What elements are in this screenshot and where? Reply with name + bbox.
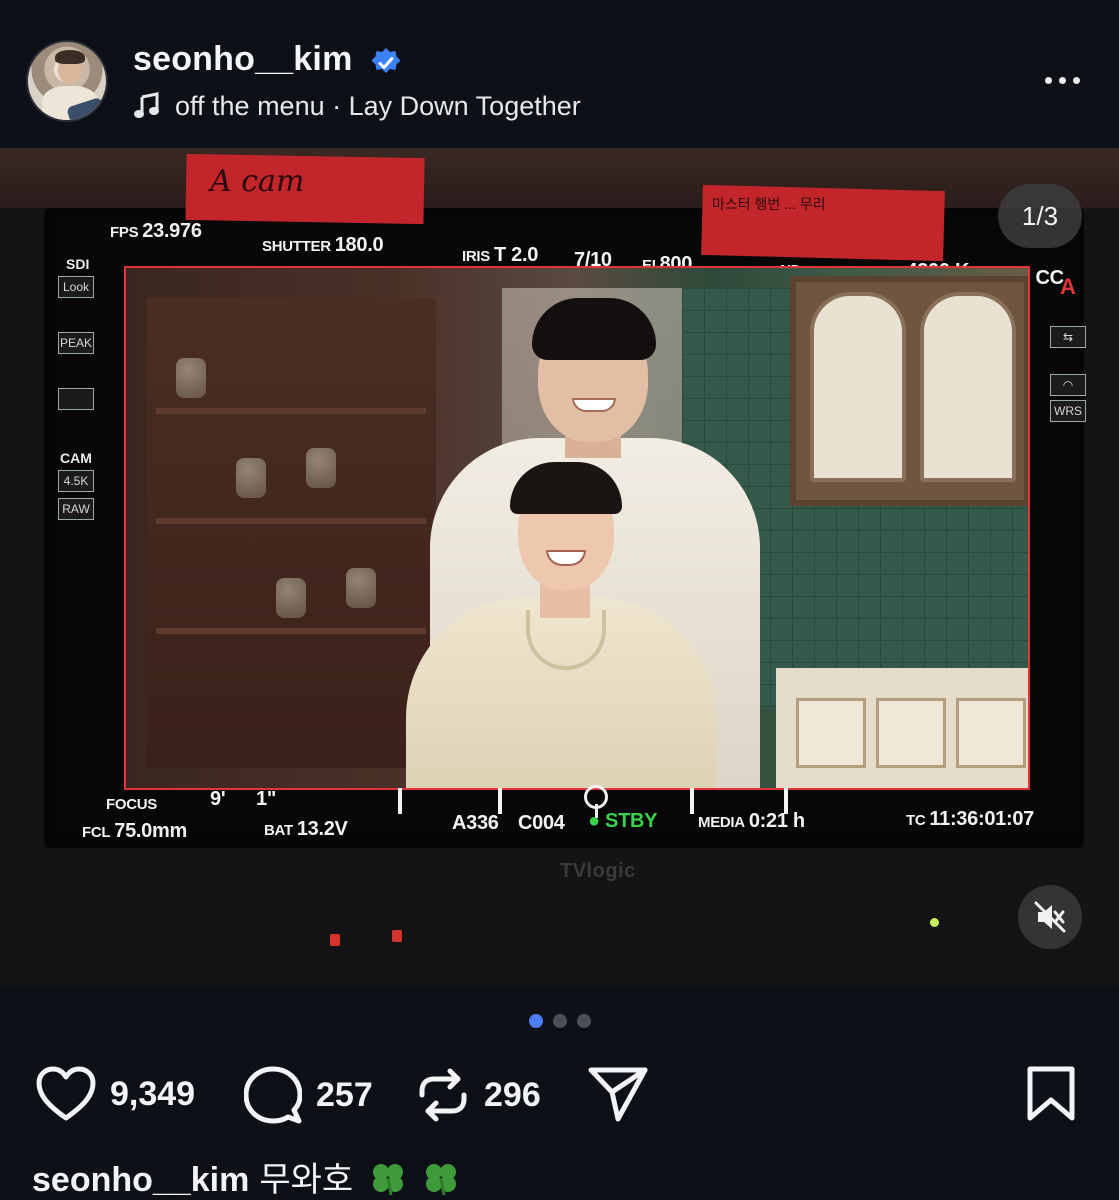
mute-button[interactable] <box>1018 885 1082 949</box>
tape-label-text: A cam <box>210 164 305 199</box>
osd-look: Look <box>58 276 94 298</box>
clover-icon <box>426 1164 457 1196</box>
frame-guide <box>124 266 1030 790</box>
carousel-dot[interactable] <box>552 1014 567 1028</box>
osd-status: ● STBY <box>588 810 658 832</box>
cabinet <box>146 298 436 768</box>
indicator-light <box>392 930 402 942</box>
comment-count: 257 <box>316 1075 373 1114</box>
repost-icon <box>419 1068 467 1122</box>
music-track-label: off the menu · Lay Down Together <box>175 90 581 121</box>
focus-marker-icon <box>584 785 608 818</box>
action-bar: 9,349 257 296 <box>0 1060 1119 1130</box>
osd-focus-label: FOCUS <box>106 796 158 813</box>
osd-peak: PEAK <box>58 332 94 354</box>
wifi-icon: ◠ <box>1050 374 1086 396</box>
kitchen-counter <box>776 668 1028 788</box>
upper-cabinet <box>790 276 1028 506</box>
music-track[interactable]: off the menu · Lay Down Together <box>133 88 581 124</box>
like-button[interactable]: 9,349 <box>36 1066 195 1122</box>
osd-shutter: SHUTTER 180.0 <box>262 234 384 256</box>
osd-sdi: SDI <box>66 256 90 272</box>
share-button[interactable] <box>588 1066 648 1122</box>
bookmark-icon <box>1027 1066 1075 1121</box>
osd-timecode: TC 11:36:01:07 <box>906 808 1034 830</box>
osd-blank-box <box>58 388 94 410</box>
carousel-counter: 1/3 <box>998 184 1082 248</box>
music-note-icon <box>134 92 159 118</box>
osd-media: MEDIA 0:21 h <box>698 810 805 832</box>
heart-icon <box>36 1066 96 1121</box>
send-icon <box>588 1067 648 1122</box>
osd-iris: IRIS T 2.0 <box>462 244 539 266</box>
osd-resolution: 4.5K <box>58 470 94 492</box>
osd-fcl: FCL 75.0mm <box>82 820 187 842</box>
background-wall <box>0 148 1119 208</box>
avatar[interactable] <box>26 40 108 122</box>
username[interactable]: seonho__kim <box>133 40 353 79</box>
tape-note-text: 마스터 행번 ... 무리 <box>712 196 826 212</box>
osd-reel: A336 <box>452 812 499 834</box>
monitor-brand: TVlogic <box>560 860 636 882</box>
comment-button[interactable]: 257 <box>244 1066 373 1124</box>
comment-icon <box>244 1066 302 1124</box>
repost-count: 296 <box>484 1075 541 1114</box>
post-caption: seonho__kim 무와호 <box>32 1152 460 1200</box>
osd-cam: CAM <box>60 450 92 466</box>
like-count: 9,349 <box>110 1074 196 1113</box>
post-media[interactable]: A cam 마스터 행번 ... 무리 FPS 23.976 SHUTTER 180… <box>0 148 1119 986</box>
person-woman <box>406 458 726 788</box>
osd-focus-ft: 9' <box>210 788 226 810</box>
osd-clip: C004 <box>518 812 565 834</box>
more-dots-icon <box>1044 76 1052 84</box>
osd-wrs: WRS <box>1050 400 1086 422</box>
carousel-dot[interactable] <box>528 1014 543 1028</box>
osd-fps: FPS 23.976 <box>110 220 202 242</box>
usb-icon: ⇆ <box>1050 326 1086 348</box>
osd-codec: RAW <box>58 498 94 520</box>
osd-bat: BAT 13.2V <box>264 818 348 840</box>
post-header: seonho__kim off the menu · Lay Down Toge… <box>0 0 1119 148</box>
osd-focus-in: 1" <box>256 788 277 810</box>
muted-speaker-icon <box>1034 901 1066 933</box>
carousel-dots[interactable] <box>0 1014 1119 1034</box>
repost-button[interactable]: 296 <box>416 1066 541 1124</box>
bookmark-button[interactable] <box>1026 1066 1076 1127</box>
clover-icon <box>372 1164 403 1196</box>
indicator-light <box>330 934 340 946</box>
osd-rec-mark: A <box>1060 274 1076 299</box>
more-options-button[interactable] <box>1036 60 1088 100</box>
caption-text: 무와호 <box>259 1161 354 1199</box>
power-light <box>930 918 939 927</box>
carousel-dot[interactable] <box>576 1014 591 1028</box>
caption-username[interactable]: seonho__kim <box>32 1161 249 1199</box>
verified-badge-icon <box>371 48 401 73</box>
